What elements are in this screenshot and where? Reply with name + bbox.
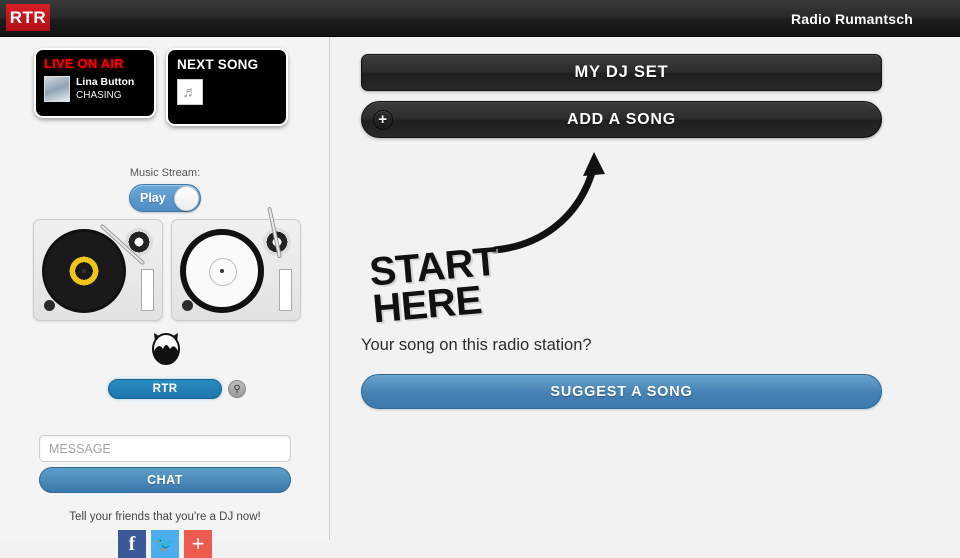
turntable-decks [33, 206, 301, 321]
next-song-card: NEXT SONG ♬ [166, 48, 288, 126]
current-track: Lina Button CHASING [44, 76, 146, 102]
main-content: MY DJ SET + ADD A SONG START HERE Your s… [331, 37, 960, 540]
empty-platter-icon [180, 229, 264, 313]
live-on-air-card: LIVE ON AIR Lina Button CHASING [34, 48, 156, 118]
facebook-share-button[interactable]: f [118, 530, 146, 558]
message-input[interactable] [39, 435, 291, 462]
deck-knob-icon[interactable] [44, 300, 55, 311]
turntable-right[interactable] [171, 206, 301, 321]
spindle-icon [82, 269, 86, 273]
add-a-song-label: ADD A SONG [566, 110, 677, 128]
suggest-heading: Your song on this radio station? [361, 336, 592, 354]
track-title: CHASING [76, 90, 122, 101]
vinyl-record-icon [42, 229, 126, 313]
track-artist: Lina Button [76, 76, 135, 88]
toggle-knob[interactable] [174, 186, 199, 211]
sidebar: LIVE ON AIR Lina Button CHASING NEXT SON… [0, 37, 330, 558]
cat-avatar-icon[interactable] [148, 330, 184, 366]
rtr-logo[interactable]: RTR [6, 4, 50, 31]
my-dj-set-button[interactable]: MY DJ SET [361, 54, 882, 91]
app-header: RTR Radio Rumantsch [0, 0, 960, 37]
twitter-share-button[interactable]: 🐦 [151, 530, 179, 558]
track-meta: Lina Button CHASING [76, 76, 135, 102]
deck-knob-icon[interactable] [182, 300, 193, 311]
social-share-text: Tell your friends that you're a DJ now! [69, 511, 261, 523]
next-song-label: NEXT SONG [177, 57, 259, 72]
add-a-song-button[interactable]: + ADD A SONG [361, 101, 882, 138]
more-share-button[interactable]: + [184, 530, 212, 558]
music-stream-toggle[interactable]: Play [129, 184, 201, 212]
pitch-slider[interactable] [141, 269, 154, 311]
now-playing-cards: LIVE ON AIR Lina Button CHASING NEXT SON… [34, 48, 288, 126]
pitch-slider[interactable] [279, 269, 292, 311]
toggle-state-label: Play [140, 191, 166, 205]
plus-icon: + [373, 109, 393, 130]
social-share-row: f 🐦 + [0, 530, 330, 558]
user-name-button[interactable]: RTR [108, 379, 222, 399]
station-title: Radio Rumantsch [790, 11, 913, 27]
annotation-line-2: HERE [370, 278, 484, 332]
album-art-thumbnail [44, 76, 70, 102]
search-icon[interactable]: ⚲ [228, 380, 246, 398]
suggest-a-song-button[interactable]: SUGGEST A SONG [361, 374, 882, 409]
music-placeholder-icon: ♬ [177, 79, 203, 105]
start-here-annotation: START HERE [368, 240, 502, 332]
music-stream-label: Music Stream: [129, 167, 201, 179]
turntable-left[interactable] [33, 219, 163, 321]
live-on-air-label: LIVE ON AIR [44, 56, 124, 71]
curved-arrow-up-icon [491, 152, 605, 254]
chat-button[interactable]: CHAT [39, 467, 291, 493]
